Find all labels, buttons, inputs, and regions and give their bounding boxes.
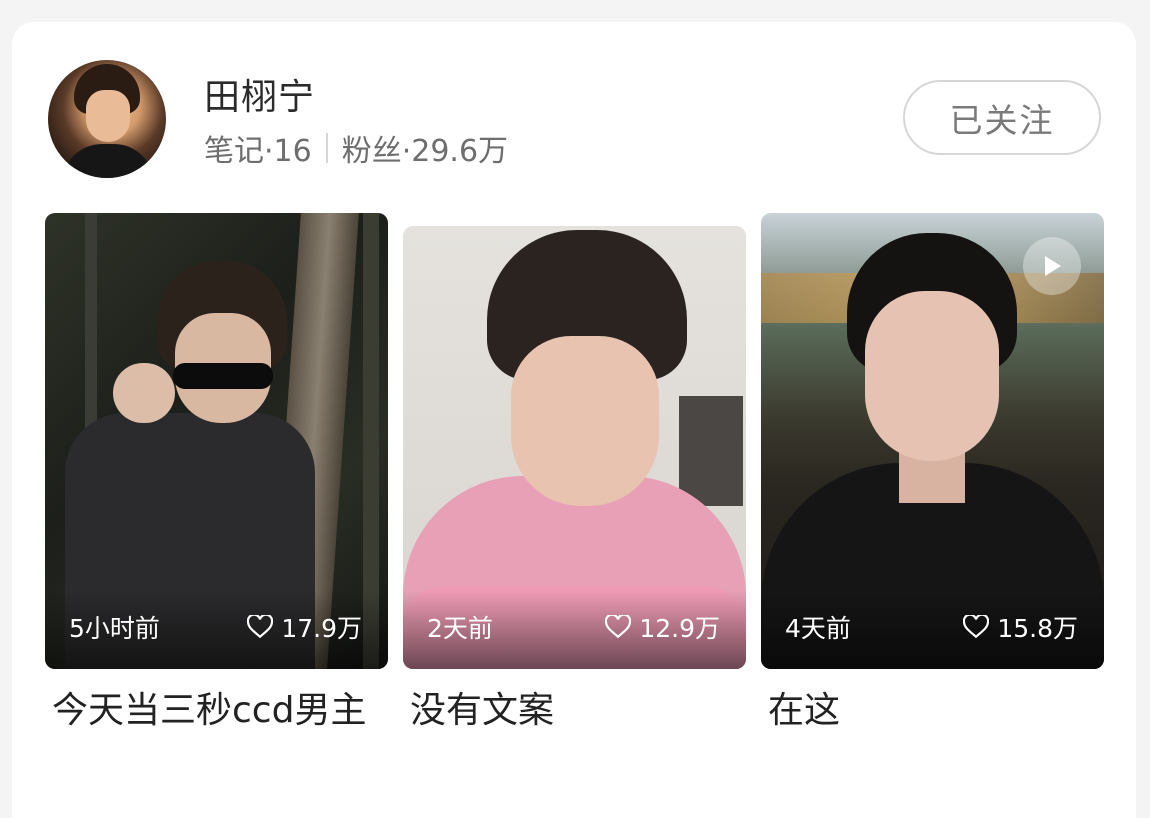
note-likes[interactable]: 12.9万: [605, 609, 720, 645]
note-likes-count: 17.9万: [281, 614, 362, 643]
follow-button[interactable]: 已关注: [903, 80, 1101, 155]
note-likes-count: 15.8万: [997, 614, 1078, 643]
user-name[interactable]: 田栩宁: [204, 68, 315, 120]
note-time: 4天前: [785, 614, 851, 643]
notes-count: 笔记·16: [204, 134, 312, 169]
note-time: 2天前: [427, 614, 493, 643]
note-likes-count: 12.9万: [639, 614, 720, 643]
note-title-2[interactable]: 没有文案: [410, 682, 740, 739]
note-title-3[interactable]: 在这: [768, 682, 1098, 739]
user-stats: 笔记·16 粉丝·29.6万: [204, 126, 508, 170]
note-card-1[interactable]: 5小时前 17.9万: [45, 213, 388, 669]
play-icon[interactable]: [1023, 237, 1081, 295]
heart-outline-icon: [963, 615, 990, 639]
photo-shelf: [679, 396, 743, 506]
avatar-face: [86, 90, 130, 142]
note-title-1[interactable]: 今天当三秒ccd男主: [52, 682, 372, 739]
avatar[interactable]: [48, 60, 166, 178]
note-likes[interactable]: 17.9万: [247, 609, 362, 645]
note-time: 5小时前: [69, 614, 160, 643]
note-card-2[interactable]: 2天前 12.9万: [403, 226, 746, 669]
stats-divider: [325, 133, 328, 163]
photo-face: [865, 291, 999, 461]
note-card-3[interactable]: 4天前 15.8万: [761, 213, 1104, 669]
note-likes[interactable]: 15.8万: [963, 609, 1078, 645]
fans-count: 粉丝·29.6万: [341, 134, 509, 169]
heart-outline-icon: [605, 615, 632, 639]
avatar-body: [62, 144, 154, 178]
heart-outline-icon: [247, 615, 274, 639]
photo-hand: [113, 363, 175, 423]
photo-face: [511, 336, 659, 506]
photo-sunglasses: [173, 363, 273, 389]
play-triangle-icon: [1045, 256, 1061, 276]
